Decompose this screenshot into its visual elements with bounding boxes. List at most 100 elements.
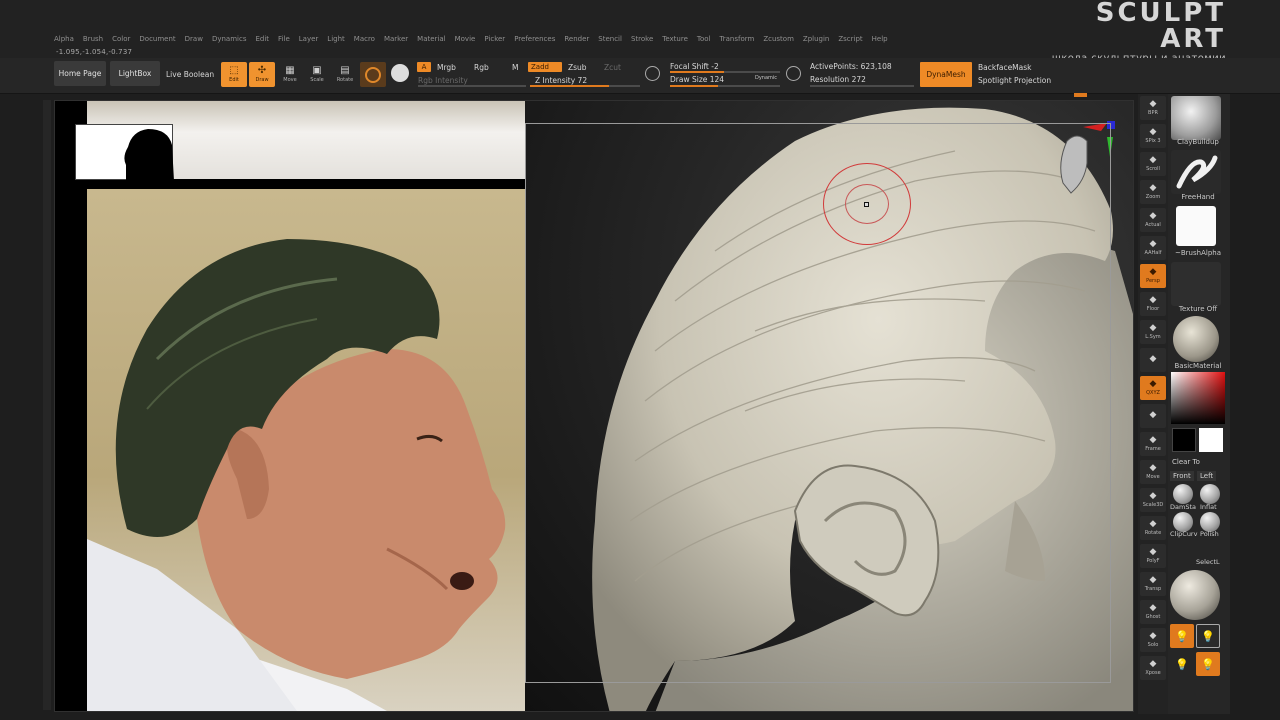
rotate-tool-button[interactable]: ▤ Rotate (333, 62, 357, 87)
resolution-track[interactable] (810, 85, 914, 87)
menu-item-brush[interactable]: Brush (83, 35, 103, 43)
texture-off-label: Texture Off (1178, 305, 1218, 313)
polish-brush-icon[interactable] (1200, 512, 1220, 532)
draw-tool-button[interactable]: ✣ Draw (249, 62, 275, 87)
scale-tool-button[interactable]: ▣ Scale (305, 62, 329, 87)
dynamesh-button[interactable]: DynaMesh (920, 62, 972, 87)
edit-tool-button[interactable]: ⬚ Edit (221, 62, 247, 87)
select-lasso-label[interactable]: SelectL (1196, 558, 1220, 566)
shelf-button-actual[interactable]: ◆ Actual (1140, 208, 1166, 232)
zadd-button[interactable]: Zadd (528, 62, 562, 72)
menu-item-file[interactable]: File (278, 35, 290, 43)
left-tray-handle[interactable] (43, 100, 51, 710)
menu-item-light[interactable]: Light (327, 35, 344, 43)
shelf-button-zoom[interactable]: ◆ Zoom (1140, 180, 1166, 204)
main-color-swatch[interactable] (1199, 428, 1223, 452)
menu-item-macro[interactable]: Macro (354, 35, 375, 43)
menu-item-edit[interactable]: Edit (255, 35, 269, 43)
texture-thumbnail[interactable] (1171, 262, 1221, 306)
basic-material-thumbnail[interactable] (1173, 316, 1219, 362)
shelf-button-aahalf[interactable]: ◆ AAHalf (1140, 236, 1166, 260)
claybuildup-brush-thumbnail[interactable] (1171, 96, 1221, 140)
left-button[interactable]: Left (1197, 471, 1217, 481)
shelf-button-xpose[interactable]: ◆ Xpose (1140, 656, 1166, 680)
shelf-button-scale3d[interactable]: ◆ Scale3D (1140, 488, 1166, 512)
backface-mask-button[interactable]: BackfaceMask (978, 63, 1032, 72)
lightbulb-icon[interactable]: 💡 (1170, 624, 1194, 648)
m-button[interactable]: M (512, 63, 518, 72)
rgb-button[interactable]: Rgb (474, 63, 489, 72)
shelf-button-transp[interactable]: ◆ Transp (1140, 572, 1166, 596)
brush-alpha-thumbnail[interactable] (1176, 206, 1216, 246)
rgb-intensity-slider[interactable]: Rgb Intensity (418, 76, 468, 85)
focal-shift-slider[interactable]: Focal Shift -2 (670, 62, 719, 71)
menu-item-texture[interactable]: Texture (662, 35, 688, 43)
menu-item-dynamics[interactable]: Dynamics (212, 35, 247, 43)
material-swatch-button[interactable] (360, 62, 386, 87)
spotlight-projection-button[interactable]: Spotlight Projection (978, 76, 1051, 85)
color-picker[interactable] (1171, 372, 1225, 424)
menu-item-transform[interactable]: Transform (720, 35, 755, 43)
shelf-button-ghost[interactable]: ◆ Ghost (1140, 600, 1166, 624)
menu-item-help[interactable]: Help (872, 35, 888, 43)
menu-item-zplugin[interactable]: Zplugin (803, 35, 829, 43)
shelf-button-frame[interactable]: ◆ Frame (1140, 432, 1166, 456)
canvas-viewport[interactable] (54, 100, 1134, 712)
menu-item-render[interactable]: Render (564, 35, 589, 43)
color-mode-icon[interactable] (391, 64, 409, 82)
menu-item-preferences[interactable]: Preferences (514, 35, 555, 43)
menu-item-alpha[interactable]: Alpha (54, 35, 74, 43)
zsub-button[interactable]: Zsub (568, 63, 587, 72)
live-boolean-button[interactable]: Live Boolean (166, 70, 214, 79)
draw-icon: ✣ (257, 65, 267, 76)
shelf-button-floor[interactable]: ◆ Floor (1140, 292, 1166, 316)
shelf-button-polyf[interactable]: ◆ PolyF (1140, 544, 1166, 568)
draw-size-slider[interactable]: Draw Size 124 (670, 75, 724, 84)
shelf-button-bpr[interactable]: ◆ BPR (1140, 96, 1166, 120)
shelf-button-persp[interactable]: ◆ Persp (1140, 264, 1166, 288)
menu-item-color[interactable]: Color (112, 35, 130, 43)
freehand-stroke-thumbnail[interactable] (1171, 150, 1221, 194)
home-page-button[interactable]: Home Page (54, 61, 106, 86)
a-button[interactable]: A (417, 62, 431, 72)
menu-item-movie[interactable]: Movie (455, 35, 476, 43)
clipcurve-brush-icon[interactable] (1173, 512, 1193, 532)
zcut-button[interactable]: Zcut (604, 63, 621, 72)
shelf-button-spix-3[interactable]: ◆ SPix 3 (1140, 124, 1166, 148)
menu-item-draw[interactable]: Draw (185, 35, 203, 43)
light-active-icon[interactable]: 💡 (1196, 652, 1220, 676)
z-intensity-slider[interactable]: Z Intensity 72 (535, 76, 587, 85)
front-button[interactable]: Front (1170, 471, 1194, 481)
inflate-brush-icon[interactable] (1200, 484, 1220, 504)
rgb-intensity-track[interactable] (418, 85, 526, 87)
menu-item-layer[interactable]: Layer (299, 35, 319, 43)
shelf-button-qxyz[interactable]: ◆ QXYZ (1140, 376, 1166, 400)
menu-item-zscript[interactable]: Zscript (838, 35, 862, 43)
shelf-button-unnamed-9[interactable]: ◆ (1140, 348, 1166, 372)
shelf-button-unnamed-11[interactable]: ◆ (1140, 404, 1166, 428)
shelf-button-l-sym[interactable]: ◆ L.Sym (1140, 320, 1166, 344)
lightbox-button[interactable]: LightBox (110, 61, 160, 86)
dynamic-toggle[interactable]: Dynamic (755, 75, 777, 81)
shelf-button-label: Zoom (1145, 194, 1161, 200)
damstandard-brush-icon[interactable] (1173, 484, 1193, 504)
menu-item-zcustom[interactable]: Zcustom (763, 35, 794, 43)
resolution-slider[interactable]: Resolution 272 (810, 75, 866, 84)
material-preview-sphere[interactable] (1170, 570, 1220, 620)
move-tool-button[interactable]: ▦ Move (278, 62, 302, 87)
mrgb-button[interactable]: Mrgb (437, 63, 456, 72)
shelf-button-rotate[interactable]: ◆ Rotate (1140, 516, 1166, 540)
menu-item-material[interactable]: Material (417, 35, 445, 43)
menu-item-marker[interactable]: Marker (384, 35, 408, 43)
menu-item-tool[interactable]: Tool (697, 35, 711, 43)
menu-item-document[interactable]: Document (139, 35, 175, 43)
menu-item-stroke[interactable]: Stroke (631, 35, 653, 43)
light-off-icon[interactable]: 💡 (1170, 652, 1194, 676)
menu-item-picker[interactable]: Picker (484, 35, 505, 43)
shelf-button-move[interactable]: ◆ Move (1140, 460, 1166, 484)
shelf-button-scroll[interactable]: ◆ Scroll (1140, 152, 1166, 176)
shelf-button-solo[interactable]: ◆ Solo (1140, 628, 1166, 652)
secondary-color-swatch[interactable] (1172, 428, 1196, 452)
light-placement-icon[interactable]: 💡 (1196, 624, 1220, 648)
menu-item-stencil[interactable]: Stencil (598, 35, 622, 43)
